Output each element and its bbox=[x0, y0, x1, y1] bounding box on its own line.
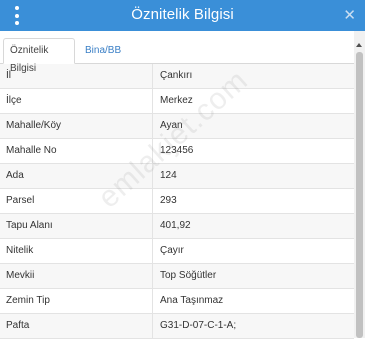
table-row: Nitelik Çayır bbox=[0, 239, 354, 264]
table-row: Mahalle/Köy Ayan bbox=[0, 114, 354, 139]
table-row: Ada 124 bbox=[0, 164, 354, 189]
attribute-value: Top Söğütler bbox=[160, 270, 217, 281]
close-icon[interactable]: ✕ bbox=[343, 6, 356, 24]
attribute-key: Ada bbox=[0, 164, 153, 188]
attribute-key: Mahalle/Köy bbox=[0, 114, 153, 138]
attribute-value: 293 bbox=[160, 195, 177, 206]
attribute-value: Merkez bbox=[160, 95, 193, 106]
attribute-value: G31-D-07-C-1-A; bbox=[160, 320, 237, 331]
table-row: Tapu Alanı 401,92 bbox=[0, 214, 354, 239]
attribute-key: Nitelik bbox=[0, 239, 153, 263]
attribute-key: Zemin Tip bbox=[0, 289, 153, 313]
attribute-table: İl Çankırı İlçe Merkez Mahalle/Köy Ayan … bbox=[0, 64, 354, 339]
attribute-key: Pafta bbox=[0, 314, 153, 338]
table-row: Zemin Tip Ana Taşınmaz bbox=[0, 289, 354, 314]
attribute-key: Tapu Alanı bbox=[0, 214, 153, 238]
window-title: Öznitelik Bilgisi bbox=[131, 6, 234, 23]
vertical-scrollbar[interactable] bbox=[354, 31, 365, 338]
attribute-value: Ayan bbox=[160, 120, 183, 131]
attribute-value: 124 bbox=[160, 170, 177, 181]
attribute-key: Mahalle No bbox=[0, 139, 153, 163]
tab-bina-bb-listesi[interactable]: Bina/BB Listesi bbox=[78, 38, 158, 74]
attribute-key: Mevkii bbox=[0, 264, 153, 288]
attribute-value: Çankırı bbox=[160, 70, 193, 81]
attribute-value: 123456 bbox=[160, 145, 194, 156]
table-row: Parsel 293 bbox=[0, 189, 354, 214]
attribute-key: İlçe bbox=[0, 89, 153, 113]
tab-bar: Öznitelik Bilgisi Bina/BB Listesi bbox=[0, 31, 365, 74]
table-row: Mevkii Top Söğütler bbox=[0, 264, 354, 289]
window-titlebar: Öznitelik Bilgisi ✕ bbox=[0, 0, 365, 31]
arrow-up-icon[interactable] bbox=[356, 43, 362, 47]
table-row: Pafta G31-D-07-C-1-A; bbox=[0, 314, 354, 339]
table-row: Mahalle No 123456 bbox=[0, 139, 354, 164]
attribute-value: Ana Taşınmaz bbox=[160, 295, 224, 306]
scrollbar-thumb[interactable] bbox=[356, 52, 363, 338]
attribute-value: 401,92 bbox=[160, 220, 191, 231]
tab-oznitelik-bilgisi[interactable]: Öznitelik Bilgisi bbox=[3, 38, 75, 74]
table-row: İl Çankırı bbox=[0, 64, 354, 89]
table-row: İlçe Merkez bbox=[0, 89, 354, 114]
attribute-value: Çayır bbox=[160, 245, 184, 256]
attribute-key: Parsel bbox=[0, 189, 153, 213]
